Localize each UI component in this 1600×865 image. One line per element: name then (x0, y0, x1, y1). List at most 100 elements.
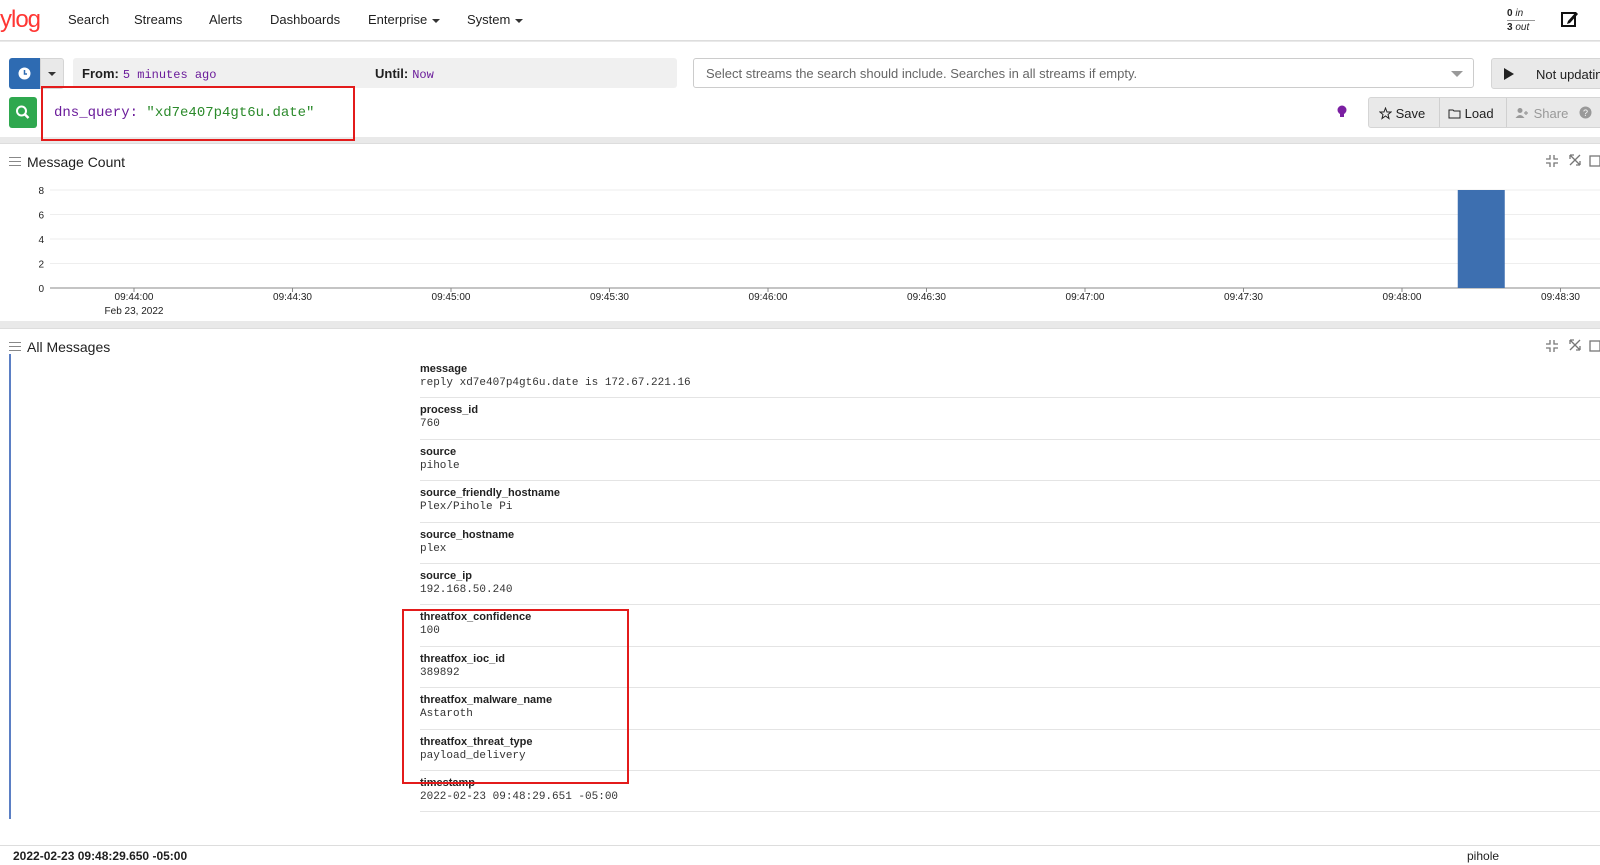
share-user-icon (1515, 108, 1528, 118)
time-until: Until: Now (375, 66, 434, 82)
throughput-in-count: 0 (1507, 8, 1513, 19)
star-icon (1378, 106, 1393, 120)
x-tick-label: 09:48:30 (1541, 292, 1580, 303)
search-actions: Save Load Share ? (1368, 97, 1600, 128)
message-row[interactable]: 2022-02-23 09:48:29.650 -05:00 pihole (0, 845, 1600, 865)
load-label: Load (1464, 106, 1494, 121)
chevron-down-icon (1451, 71, 1463, 77)
x-tick-label: 09:47:00 (1066, 292, 1105, 303)
share-label: Share (1533, 106, 1569, 121)
lightbulb-icon[interactable] (1336, 104, 1348, 120)
svg-text:?: ? (1583, 108, 1588, 118)
throughput-out-count: 3 (1507, 22, 1513, 33)
load-button[interactable]: Load (1448, 106, 1494, 121)
field-name: process_id (420, 404, 479, 417)
expand-icon[interactable] (1569, 339, 1581, 351)
search-button[interactable] (9, 97, 37, 128)
x-tick-label: 09:46:00 (749, 292, 788, 303)
help-icon[interactable]: ? (1579, 106, 1592, 119)
streams-placeholder: Select streams the search should include… (706, 66, 1138, 81)
clock-icon (18, 67, 31, 80)
graylog-logo[interactable]: ylog (0, 6, 41, 34)
field-value: 2022-02-23 09:48:29.651 -05:00 (420, 790, 619, 803)
all-messages-panel: All Messages message reply xd7e407p4gt6u.… (0, 328, 1600, 845)
top-navbar: ylog Search Streams Alerts Dashboards En… (0, 0, 1600, 41)
field-name: message (420, 363, 468, 375)
until-value: Now (412, 68, 434, 82)
x-tick-label: 09:47:30 (1224, 292, 1263, 303)
nav-system[interactable]: System (467, 12, 524, 27)
search-icon (16, 105, 30, 119)
message-field[interactable]: source_ip 192.168.50.240 (420, 564, 1600, 606)
divider (1439, 98, 1440, 127)
query-highlight-box (41, 86, 355, 141)
refresh-control[interactable]: Not updating (1491, 58, 1600, 89)
divider (1506, 98, 1507, 127)
y-tick-label: 4 (38, 235, 44, 246)
field-name: source (420, 445, 457, 458)
message-timestamp: 2022-02-23 09:48:29.650 -05:00 (13, 849, 188, 863)
from-label: From: (82, 66, 119, 81)
threatfox-highlight-box (402, 609, 629, 784)
y-tick-label: 6 (38, 211, 44, 222)
nav-search[interactable]: Search (68, 12, 109, 27)
nav-enterprise-label: Enterprise (368, 12, 428, 27)
save-button[interactable]: Save (1378, 106, 1426, 121)
field-name: source_ip (420, 569, 472, 582)
nav-alerts[interactable]: Alerts (209, 12, 242, 27)
panel-controls (1546, 339, 1600, 352)
x-tick-label: 09:46:30 (907, 292, 946, 303)
message-field[interactable]: source_friendly_hostname Plex/Pihole Pi (420, 481, 1600, 523)
selected-message-indicator (9, 354, 11, 819)
message-field[interactable]: source_hostname plex (420, 523, 1600, 564)
time-range-display[interactable]: From: 5 minutes ago Until: Now (73, 58, 677, 88)
field-name: source_hostname (420, 528, 515, 541)
message-field[interactable]: source pihole (420, 440, 1600, 482)
x-date-label: Feb 23, 2022 (105, 306, 164, 317)
chevron-down-icon (515, 18, 524, 23)
message-field[interactable]: process_id 760 (420, 398, 1600, 440)
nav-system-label: System (467, 12, 511, 27)
message-field[interactable]: message reply xd7e407p4gt6u.date is 172.6… (420, 357, 1600, 399)
nav-streams[interactable]: Streams (134, 12, 182, 27)
throughput-in-label: in (1515, 8, 1524, 19)
edit-widget-icon[interactable] (1589, 340, 1600, 352)
save-label: Save (1395, 106, 1426, 121)
streams-select[interactable]: Select streams the search should include… (693, 58, 1474, 88)
message-count-panel: Message Count 0 2 4 6 8 09:44:00 09:44:30 09:45… (0, 143, 1600, 321)
y-tick-label: 0 (38, 284, 44, 295)
y-tick-label: 8 (38, 186, 44, 197)
field-value: pihole (420, 459, 460, 472)
field-name: source_friendly_hostname (420, 487, 560, 500)
time-range-type-button[interactable] (9, 58, 40, 89)
throughput-out-label: out (1515, 22, 1530, 33)
compress-icon[interactable] (1546, 340, 1558, 352)
time-range-dropdown-button[interactable] (40, 58, 64, 89)
throughput-indicator[interactable]: 0 in 3 out (1507, 7, 1535, 34)
refresh-status[interactable]: Not updating (1536, 67, 1600, 82)
message-count-chart: 0 2 4 6 8 09:44:00 09:44:30 09:45:00 09:45:30 09:… (38, 186, 1600, 317)
message-source: pihole (1467, 849, 1500, 863)
chevron-down-icon (48, 72, 56, 76)
field-value: Plex/Pihole Pi (420, 501, 513, 514)
panel-title: All Messages (27, 339, 111, 355)
nav-enterprise[interactable]: Enterprise (368, 12, 441, 27)
x-tick-label: 09:45:30 (590, 292, 629, 303)
time-from: From: 5 minutes ago (82, 66, 216, 82)
field-value: 192.168.50.240 (420, 583, 513, 596)
chevron-down-icon (432, 18, 441, 23)
drag-handle-icon[interactable] (9, 342, 21, 354)
x-tick-label: 09:44:00 (115, 292, 154, 303)
until-label: Until: (375, 66, 409, 81)
play-icon[interactable] (1504, 68, 1514, 80)
y-tick-label: 2 (38, 260, 44, 271)
nav-dashboards[interactable]: Dashboards (270, 12, 340, 27)
share-button[interactable]: Share (1515, 106, 1568, 121)
x-tick-label: 09:48:00 (1383, 292, 1422, 303)
folder-icon (1448, 109, 1461, 119)
edit-notepad-icon[interactable] (1560, 9, 1580, 29)
search-bar: From: 5 minutes ago Until: Now Select stre… (0, 42, 1600, 141)
x-tick-label: 09:45:00 (432, 292, 471, 303)
x-tick-label: 09:44:30 (273, 292, 312, 303)
field-value: plex (420, 542, 447, 555)
